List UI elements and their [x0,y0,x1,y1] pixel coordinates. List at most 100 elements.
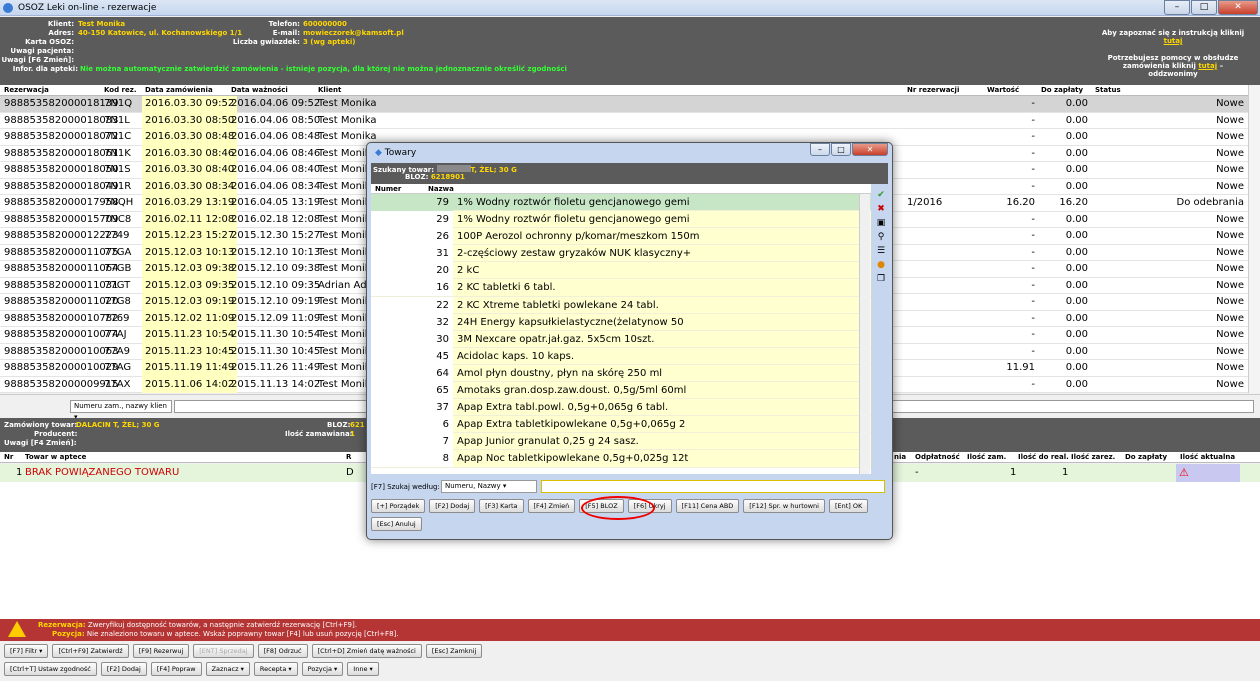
toolbar-button[interactable]: [ENT] Sprzedaj [193,644,254,658]
dialog-close-button[interactable]: ✕ [852,143,888,156]
product-row[interactable]: 29 1% Wodny roztwór fioletu gencjanowego … [371,211,871,229]
col-ilosc-akt[interactable]: Ilość aktualna [1180,452,1235,463]
confirm-icon[interactable]: ✔ [875,190,887,201]
cell-wartosc: - [1031,329,1035,340]
product-row[interactable]: 37 Apap Extra tabl.powl. 0,5g+0,065g 6 ta… [371,399,871,417]
search-by-combo[interactable]: Numeru zam., nazwy klien ▾ [70,400,172,421]
maximize-button[interactable]: □ [1191,0,1217,15]
list-edit-icon[interactable]: ☰ [875,246,887,257]
toolbar-button[interactable]: [Ctrl+T] Ustaw zgodność [4,662,97,676]
toolbar-button[interactable]: [F4] Popraw [150,662,202,676]
col-do-zaplaty[interactable]: Do zapłaty [1041,85,1083,96]
coins-icon[interactable]: ● [875,260,887,271]
uwagi-f4-label[interactable]: Uwagi [F4 Zmień]: [4,439,77,447]
toolbar-button[interactable]: [Esc] Zamknij [425,644,483,658]
uwagi-label: Uwagi pacjenta: [10,47,74,55]
cell-kod: 7769 [104,312,130,324]
dialog-button[interactable]: [Ent] OK [828,499,869,513]
toolbar-button[interactable]: [F9] Rezerwuj [132,644,190,658]
product-row[interactable]: 20 2 kC [371,262,871,280]
col-odplatnosc[interactable]: Odpłatność [915,452,960,463]
cell-status: Nowe [1216,164,1244,175]
dialog-maximize-button[interactable]: □ [831,143,851,156]
col-data-zam[interactable]: Data zamówienia [145,85,213,96]
dialog-button[interactable]: [Esc] Anuluj [371,517,422,531]
product-row[interactable]: 45 Acidolac kaps. 10 kaps. [371,347,871,365]
table-row[interactable]: 988853582000018083 7N1L 2016.03.30 08:50 20… [0,112,1248,129]
toolbar-button[interactable]: Pozycja ▾ [301,662,344,676]
help-link-1[interactable]: tutaj [1164,37,1183,45]
dialog-search-input[interactable] [541,480,885,493]
product-name: Apap Noc tabletkipowlekane 0,5g+0,025g 1… [457,453,689,465]
help-link-2[interactable]: tutaj [1198,62,1217,70]
col-numer[interactable]: Numer [375,184,401,194]
toolbar-button[interactable]: [Ctrl+D] Zmień datę ważności [311,644,422,658]
col-rezerwacja[interactable]: Rezerwacja [4,85,49,96]
cell-kod: 77GA [104,246,132,258]
col-towar[interactable]: Towar w aptece [25,452,86,463]
close-button[interactable]: ✕ [1218,0,1258,15]
col-status[interactable]: Status [1095,85,1121,96]
col-wartosc[interactable]: Wartość [987,85,1019,96]
product-row[interactable]: 16 2 KC tabletki 6 tabl. [371,279,871,297]
toolbar-button[interactable]: [Ctrl+F9] Zatwierdź [52,644,129,658]
products-scrollbar[interactable] [859,194,870,474]
cell-wartosc: - [1031,246,1035,258]
col-r[interactable]: R [346,452,351,463]
product-row[interactable]: 65 Amotaks gran.dosp.zaw.doust. 0,5g/5ml … [371,382,871,400]
col-data-waz[interactable]: Data ważności [231,85,288,96]
col-kod[interactable]: Kod rez. [104,85,137,96]
dialog-button[interactable]: [+] Porządek [371,499,426,513]
towar-label: Zamówiony towar: [4,421,78,429]
table-row[interactable]: 988853582000018139 7N1Q 2016.03.30 09:52 20… [0,96,1248,113]
col-nr-rez[interactable]: Nr rezerwacji [907,85,959,96]
product-row[interactable]: 8 Apap Noc tabletkipowlekane 0,5g+0,025g … [371,450,871,468]
toolbar-button[interactable]: Recepta ▾ [253,662,298,676]
dialog-minimize-button[interactable]: – [810,143,830,156]
cell-klient: Test Monik [318,362,371,373]
toolbar-button[interactable]: [F7] Filtr ▾ [4,644,49,658]
binoculars-icon[interactable]: ⚲ [875,232,887,243]
col-ilosc-real[interactable]: Ilość do real. [1018,452,1069,463]
product-row[interactable]: 6 Apap Extra tabletkipowlekane 0,5g+0,065… [371,416,871,434]
toolbar-button[interactable]: [F8] Odrzuć [257,644,308,658]
product-row[interactable]: 26 100P Aerozol ochronny p/komar/meszkom … [371,228,871,246]
product-row[interactable]: 32 24H Energy kapsułkielastyczne(żelatyno… [371,313,871,331]
bloz-value: 621 [350,421,365,429]
product-row[interactable]: 22 2 KC Xtreme tabletki powlekane 24 tabl… [371,296,871,314]
cell-data-waz: 2015.12.09 11:09 [231,312,321,324]
product-row[interactable]: 31 2-częściowy zestaw gryzaków NUK klasyc… [371,245,871,263]
window-icon[interactable]: ▣ [875,218,887,229]
product-row[interactable]: 64 Amol płyn doustny, płyn na skórę 250 m… [371,364,871,383]
toolbar-button[interactable]: Zaznacz ▾ [205,662,250,676]
cell-status: Nowe [1216,213,1244,225]
col-ilosc-zarez[interactable]: Ilość zarez. [1071,452,1115,463]
table-scrollbar[interactable] [1248,85,1260,393]
product-row[interactable]: 30 3M Nexcare opatr.jał.gaz. 5x5cm 10szt. [371,330,871,348]
copy-icon[interactable]: ❐ [875,274,887,285]
dialog-search-by-combo[interactable]: Numeru, Nazwy ▾ [441,480,537,493]
delete-icon[interactable]: ✖ [875,204,887,215]
toolbar-button[interactable]: [F2] Dodaj [100,662,147,676]
cell-do-zaplaty: 0.00 [1065,213,1088,225]
dialog-button[interactable]: [F11] Cena ABD [675,499,740,513]
col-klient[interactable]: Klient [318,85,341,96]
col-nr[interactable]: Nr [4,452,13,463]
dialog-button[interactable]: [F12] Spr. w hurtowni [743,499,825,513]
col-do-zaplaty-b[interactable]: Do zapłaty [1125,452,1167,463]
email-label: E-mail: [272,29,300,37]
product-row[interactable]: 7 Apap Junior granulat 0,25 g 24 sasz. [371,433,871,451]
product-row[interactable]: 79 1% Wodny roztwór fioletu gencjanowego … [371,194,871,212]
uwagi-f6-label[interactable]: Uwagi [F6 Zmień]: [0,56,74,64]
col-ilosc-zam[interactable]: Ilość zam. [967,452,1006,463]
alert-pozycja-text: Nie znaleziono towaru w aptece. Wskaż po… [86,630,399,638]
liczba-value: 3 (wg apteki) [303,38,356,46]
cell-rezerwacja: 988853582000012223 [4,230,119,241]
toolbar-button[interactable]: Inne ▾ [347,662,379,676]
col-nia[interactable]: nia [894,452,906,463]
dialog-button[interactable]: [F4] Zmień [527,499,576,513]
dialog-button[interactable]: [F3] Karta [479,499,524,513]
minimize-button[interactable]: – [1164,0,1190,15]
col-nazwa[interactable]: Nazwa [428,184,454,194]
dialog-button[interactable]: [F2] Dodaj [429,499,476,513]
